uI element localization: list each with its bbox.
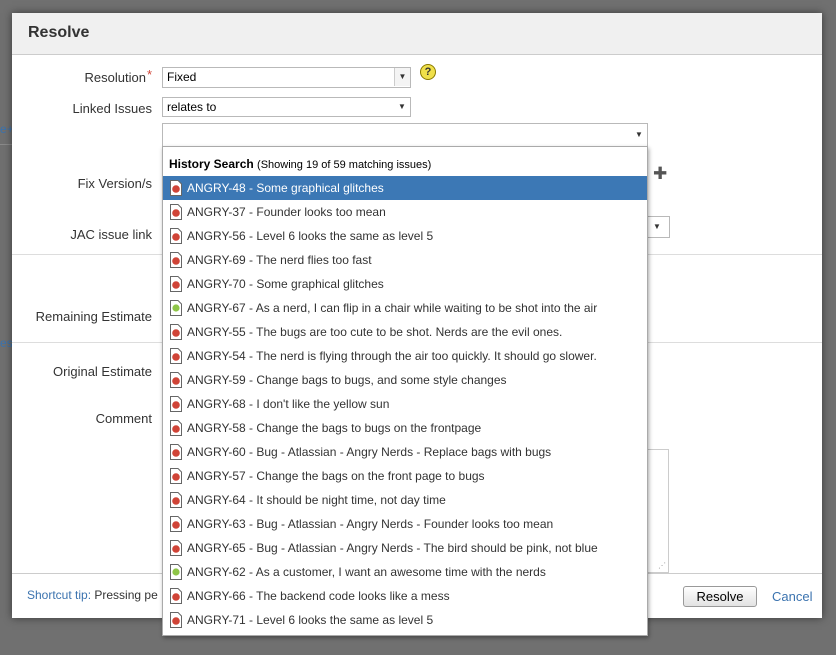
bug-issue-icon bbox=[170, 228, 182, 244]
suggestion-item-label: ANGRY-37 - Founder looks too mean bbox=[187, 205, 386, 219]
dropdown-match-count: (Showing 19 of 59 matching issues) bbox=[257, 159, 432, 171]
story-issue-icon bbox=[170, 564, 182, 580]
suggestion-item[interactable]: ANGRY-58 - Change the bags to bugs on th… bbox=[163, 416, 647, 440]
suggestion-item[interactable]: ANGRY-55 - The bugs are too cute to be s… bbox=[163, 320, 647, 344]
suggestion-item[interactable]: ANGRY-67 - As a nerd, I can flip in a ch… bbox=[163, 296, 647, 320]
bug-issue-icon bbox=[170, 540, 182, 556]
suggestion-item-label: ANGRY-65 - Bug - Atlassian - Angry Nerds… bbox=[187, 541, 598, 555]
chevron-down-icon: ▼ bbox=[635, 130, 643, 139]
suggestion-item[interactable]: ANGRY-48 - Some graphical glitches bbox=[163, 176, 647, 200]
suggestion-item-label: ANGRY-57 - Change the bags on the front … bbox=[187, 469, 485, 483]
bug-issue-icon bbox=[170, 372, 182, 388]
shortcut-tip-text: Pressing pe bbox=[94, 588, 158, 602]
suggestion-item[interactable]: ANGRY-57 - Change the bags on the front … bbox=[163, 464, 647, 488]
shortcut-tip: Shortcut tip: Pressing pe bbox=[27, 588, 158, 602]
suggestion-item-label: ANGRY-48 - Some graphical glitches bbox=[187, 181, 384, 195]
suggestion-item[interactable]: ANGRY-71 - Level 6 looks the same as lev… bbox=[163, 608, 647, 632]
bug-issue-icon bbox=[170, 492, 182, 508]
comment-textarea[interactable]: ⋰ bbox=[645, 449, 669, 573]
suggestion-item-label: ANGRY-67 - As a nerd, I can flip in a ch… bbox=[187, 301, 598, 315]
fix-versions-label: Fix Version/s bbox=[77, 176, 152, 191]
suggestion-item-label: ANGRY-69 - The nerd flies too fast bbox=[187, 253, 372, 267]
suggestion-item-label: ANGRY-71 - Level 6 looks the same as lev… bbox=[187, 613, 434, 627]
bug-issue-icon bbox=[170, 276, 182, 292]
resolution-select[interactable]: Fixed ▼ bbox=[162, 67, 411, 88]
bug-issue-icon bbox=[170, 396, 182, 412]
suggestion-item-label: ANGRY-66 - The backend code looks like a… bbox=[187, 589, 450, 603]
resolution-value: Fixed bbox=[167, 70, 197, 84]
required-marker: * bbox=[146, 67, 152, 82]
resize-grip-icon[interactable]: ⋰ bbox=[658, 561, 666, 570]
story-issue-icon bbox=[170, 300, 182, 316]
chevron-down-icon: ▼ bbox=[394, 68, 410, 86]
suggestion-item-label: ANGRY-60 - Bug - Atlassian - Angry Nerds… bbox=[187, 445, 552, 459]
suggestion-item-label: ANGRY-54 - The nerd is flying through th… bbox=[187, 349, 597, 363]
suggestion-item[interactable]: ANGRY-60 - Bug - Atlassian - Angry Nerds… bbox=[163, 440, 647, 464]
suggestion-item[interactable]: ANGRY-56 - Level 6 looks the same as lev… bbox=[163, 224, 647, 248]
bug-issue-icon bbox=[170, 324, 182, 340]
fix-versions-select-edge[interactable]: ▼ bbox=[645, 216, 670, 238]
suggestion-item[interactable]: ANGRY-37 - Founder looks too mean bbox=[163, 200, 647, 224]
comment-label: Comment bbox=[95, 411, 152, 426]
jac-issue-link-label: JAC issue link bbox=[70, 227, 152, 242]
bug-issue-icon bbox=[170, 444, 182, 460]
bug-issue-icon bbox=[170, 588, 182, 604]
shortcut-tip-link[interactable]: Shortcut tip: bbox=[27, 588, 91, 602]
linked-issues-label: Linked Issues bbox=[72, 101, 153, 116]
bug-issue-icon bbox=[170, 204, 182, 220]
suggestion-item-label: ANGRY-56 - Level 6 looks the same as lev… bbox=[187, 229, 434, 243]
suggestion-item[interactable]: ANGRY-66 - The backend code looks like a… bbox=[163, 584, 647, 608]
suggestion-item-label: ANGRY-70 - Some graphical glitches bbox=[187, 277, 384, 291]
resolution-label-text: Resolution bbox=[84, 70, 146, 85]
suggestion-item-label: ANGRY-62 - As a customer, I want an awes… bbox=[187, 565, 546, 579]
bug-issue-icon bbox=[170, 420, 182, 436]
suggestion-item[interactable]: ANGRY-62 - As a customer, I want an awes… bbox=[163, 560, 647, 584]
bug-issue-icon bbox=[170, 348, 182, 364]
dropdown-heading-title: History Search bbox=[169, 157, 254, 171]
link-type-select[interactable]: relates to ▼ bbox=[162, 97, 411, 117]
suggestion-item[interactable]: ANGRY-59 - Change bags to bugs, and some… bbox=[163, 368, 647, 392]
bug-issue-icon bbox=[170, 468, 182, 484]
resolve-button[interactable]: Resolve bbox=[683, 586, 757, 607]
bug-issue-icon bbox=[170, 516, 182, 532]
suggestion-item[interactable]: ANGRY-63 - Bug - Atlassian - Angry Nerds… bbox=[163, 512, 647, 536]
suggestion-item-label: ANGRY-58 - Change the bags to bugs on th… bbox=[187, 421, 482, 435]
suggestion-item[interactable]: ANGRY-69 - The nerd flies too fast bbox=[163, 248, 647, 272]
issue-suggestions-dropdown: History Search (Showing 19 of 59 matchin… bbox=[162, 146, 648, 636]
resolution-label: Resolution* bbox=[84, 67, 153, 85]
chevron-down-icon: ▼ bbox=[398, 102, 406, 111]
suggestion-item[interactable]: ANGRY-54 - The nerd is flying through th… bbox=[163, 344, 647, 368]
issue-picker-input[interactable]: ▼ bbox=[162, 123, 648, 147]
suggestion-list: ANGRY-48 - Some graphical glitches ANGRY-… bbox=[163, 176, 647, 632]
cancel-link[interactable]: Cancel bbox=[772, 589, 812, 604]
add-issue-icon[interactable]: ✚ bbox=[653, 165, 667, 182]
bug-issue-icon bbox=[170, 612, 182, 628]
suggestion-item[interactable]: ANGRY-70 - Some graphical glitches bbox=[163, 272, 647, 296]
suggestion-item[interactable]: ANGRY-68 - I don't like the yellow sun bbox=[163, 392, 647, 416]
bug-issue-icon bbox=[170, 252, 182, 268]
suggestion-item-label: ANGRY-59 - Change bags to bugs, and some… bbox=[187, 373, 507, 387]
background-link-fragment: es bbox=[0, 336, 13, 350]
suggestion-item-label: ANGRY-64 - It should be night time, not … bbox=[187, 493, 446, 507]
help-icon[interactable]: ? bbox=[420, 64, 436, 80]
suggestion-item-label: ANGRY-63 - Bug - Atlassian - Angry Nerds… bbox=[187, 517, 554, 531]
original-estimate-label: Original Estimate bbox=[53, 364, 152, 379]
suggestion-item-label: ANGRY-55 - The bugs are too cute to be s… bbox=[187, 325, 563, 339]
remaining-estimate-label: Remaining Estimate bbox=[35, 309, 152, 324]
suggestion-item-label: ANGRY-68 - I don't like the yellow sun bbox=[187, 397, 390, 411]
link-type-value: relates to bbox=[167, 100, 217, 114]
background-divider bbox=[0, 144, 12, 145]
dropdown-heading: History Search (Showing 19 of 59 matchin… bbox=[163, 153, 647, 176]
bug-issue-icon bbox=[170, 180, 182, 196]
suggestion-item[interactable]: ANGRY-64 - It should be night time, not … bbox=[163, 488, 647, 512]
suggestion-item[interactable]: ANGRY-65 - Bug - Atlassian - Angry Nerds… bbox=[163, 536, 647, 560]
dialog-title: Resolve bbox=[12, 13, 822, 55]
